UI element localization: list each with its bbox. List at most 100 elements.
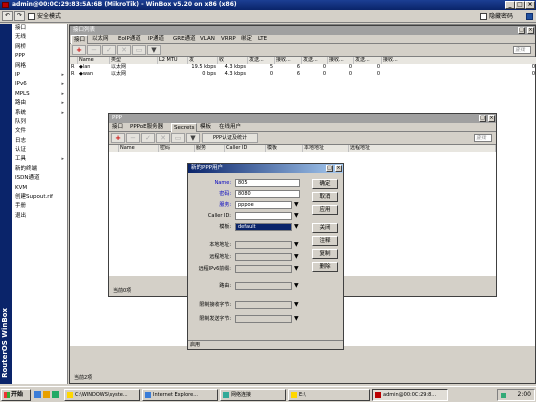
column-header[interactable]: 收 [218, 57, 248, 64]
close-icon[interactable]: × [527, 27, 534, 34]
dialog-button[interactable]: 删除 [312, 262, 338, 272]
column-header[interactable]: 发送... [248, 57, 275, 64]
sidebar-item[interactable]: 新的终端 [12, 165, 67, 174]
column-header[interactable]: Caller ID [225, 145, 266, 152]
filter-icon[interactable]: ▼ [147, 45, 161, 55]
remove-button[interactable]: − [87, 45, 101, 55]
local-address-input[interactable] [235, 241, 292, 249]
taskbar-item[interactable]: E:\ [288, 389, 370, 401]
column-header[interactable] [109, 145, 119, 152]
find-input[interactable]: 查找 [513, 46, 531, 54]
quick-launch-icon[interactable] [52, 391, 59, 398]
sidebar-item[interactable]: 无线 [12, 33, 67, 42]
sidebar-item[interactable]: MPLS ▸ [12, 90, 67, 99]
dialog-button[interactable]: 确定 [312, 179, 338, 189]
sidebar-item[interactable]: IPv6 ▸ [12, 80, 67, 89]
chevron-down-icon[interactable]: ▼ [294, 283, 299, 289]
sidebar-item[interactable]: 创建Supout.rif [12, 193, 67, 202]
dialog-button[interactable]: 关闭 [312, 223, 338, 233]
dialog-button[interactable]: 取消 [312, 192, 338, 202]
sidebar-item[interactable]: 队列 [12, 118, 67, 127]
column-header[interactable]: L2 MTU [158, 57, 188, 64]
sidebar-item[interactable]: 文件 [12, 127, 67, 136]
tab[interactable]: 在线用户 [217, 123, 243, 132]
tab[interactable]: 模板 [198, 123, 213, 132]
disable-button[interactable]: ✕ [156, 133, 170, 143]
column-header[interactable]: 密码 [159, 145, 195, 152]
tab[interactable]: IP通道 [146, 35, 166, 44]
close-icon[interactable]: × [488, 115, 495, 122]
table-row[interactable]: R ◆wan 以太网 0 bps 4.3 kbps 0 6 0 0 0 0 [70, 71, 536, 78]
column-header[interactable]: 接收... [275, 57, 302, 64]
sidebar-item[interactable]: KVM [12, 184, 67, 193]
sidebar-item[interactable]: IP ▸ [12, 71, 67, 80]
start-button[interactable]: 开始 [1, 389, 31, 401]
restore-icon[interactable]: □ [479, 115, 486, 122]
network-icon[interactable] [501, 393, 506, 398]
sidebar-item[interactable]: 网桥 [12, 43, 67, 52]
column-header[interactable]: Name [119, 145, 159, 152]
add-button[interactable]: + [111, 133, 125, 143]
chevron-down-icon[interactable]: ▼ [294, 266, 299, 272]
taskbar-item[interactable]: 网络连接 [220, 389, 286, 401]
redo-button[interactable]: ↷ [14, 11, 25, 21]
column-header[interactable]: 本地地址 [303, 145, 349, 152]
name-input[interactable]: 805 [235, 179, 300, 187]
chevron-down-icon[interactable]: ▼ [294, 254, 299, 260]
column-header[interactable]: 发送... [354, 57, 382, 64]
new-ppp-user-dialog[interactable]: 新的PPP用户 □ × Name: 805 密码: 8080 服务: pppoe… [187, 163, 344, 350]
safe-mode-checkbox[interactable] [28, 13, 35, 20]
filter-icon[interactable]: ▼ [186, 133, 200, 143]
chevron-down-icon[interactable]: ▼ [294, 242, 299, 248]
tab[interactable]: Secrets [171, 123, 198, 132]
sidebar-item[interactable]: 手册 [12, 202, 67, 211]
sidebar-item[interactable]: 路由 ▸ [12, 99, 67, 108]
column-header[interactable]: 接收... [382, 57, 536, 64]
dialog-titlebar[interactable]: 新的PPP用户 □ × [188, 164, 343, 173]
title-bar[interactable]: admin@00:0C:29:83:5A:6B (MikroTik) - Win… [0, 0, 536, 10]
comment-button[interactable]: ▭ [132, 45, 146, 55]
chevron-down-icon[interactable]: ▼ [294, 316, 299, 322]
hide-passwords-checkbox[interactable] [480, 13, 487, 20]
ppp-window-titlebar[interactable]: PPP □ × [109, 114, 496, 123]
sidebar-item[interactable]: PPP [12, 52, 67, 61]
sidebar-item[interactable]: 日志 [12, 137, 67, 146]
enable-button[interactable]: ✓ [141, 133, 155, 143]
interface-window-titlebar[interactable]: 接口列表 □ × [70, 26, 535, 35]
chevron-down-icon[interactable]: ▼ [294, 224, 299, 230]
column-header[interactable]: 发 [188, 57, 218, 64]
sidebar-item[interactable]: 接口 [12, 24, 67, 33]
chevron-down-icon[interactable]: ▼ [294, 202, 299, 208]
find-input[interactable]: 查找 [474, 134, 492, 142]
tab[interactable]: LTE [256, 35, 269, 44]
remote-ipv6-input[interactable] [235, 265, 292, 273]
dialog-button[interactable]: 复制 [312, 249, 338, 259]
close-icon[interactable]: × [335, 165, 342, 172]
quick-launch-icon[interactable] [43, 391, 50, 398]
service-select[interactable]: pppoe [235, 201, 292, 209]
ppp-auth-button[interactable]: PPP认证及统计 [202, 133, 258, 143]
tab[interactable]: GRE通道 [171, 35, 198, 44]
taskbar-item[interactable]: Internet Explore... [142, 389, 218, 401]
callerid-input[interactable] [235, 212, 292, 220]
maximize-button[interactable]: □ [515, 1, 525, 9]
column-header[interactable]: 模板 [266, 145, 303, 152]
remove-button[interactable]: − [126, 133, 140, 143]
chevron-down-icon[interactable]: ▼ [294, 302, 299, 308]
column-header[interactable]: 类型 [110, 57, 158, 64]
sidebar-item[interactable]: ISDN通道 [12, 174, 67, 183]
sidebar-item[interactable]: 退出 [12, 212, 67, 221]
password-input[interactable]: 8080 [235, 190, 300, 198]
restore-icon[interactable]: □ [518, 27, 525, 34]
tab[interactable]: VLAN [198, 35, 217, 44]
remote-address-input[interactable] [235, 253, 292, 261]
tab[interactable]: 以太网 [90, 35, 111, 44]
chevron-down-icon[interactable]: ▼ [294, 213, 299, 219]
undo-button[interactable]: ↶ [2, 11, 13, 21]
column-header[interactable]: 接收... [328, 57, 354, 64]
dialog-button[interactable]: 应用 [312, 205, 338, 215]
taskbar-item[interactable]: C:\WINDOWS\syste... [64, 389, 140, 401]
tab[interactable]: PPPoE服务器 [128, 123, 165, 132]
tab[interactable]: 绑定 [239, 35, 254, 44]
comment-button[interactable]: ▭ [171, 133, 185, 143]
